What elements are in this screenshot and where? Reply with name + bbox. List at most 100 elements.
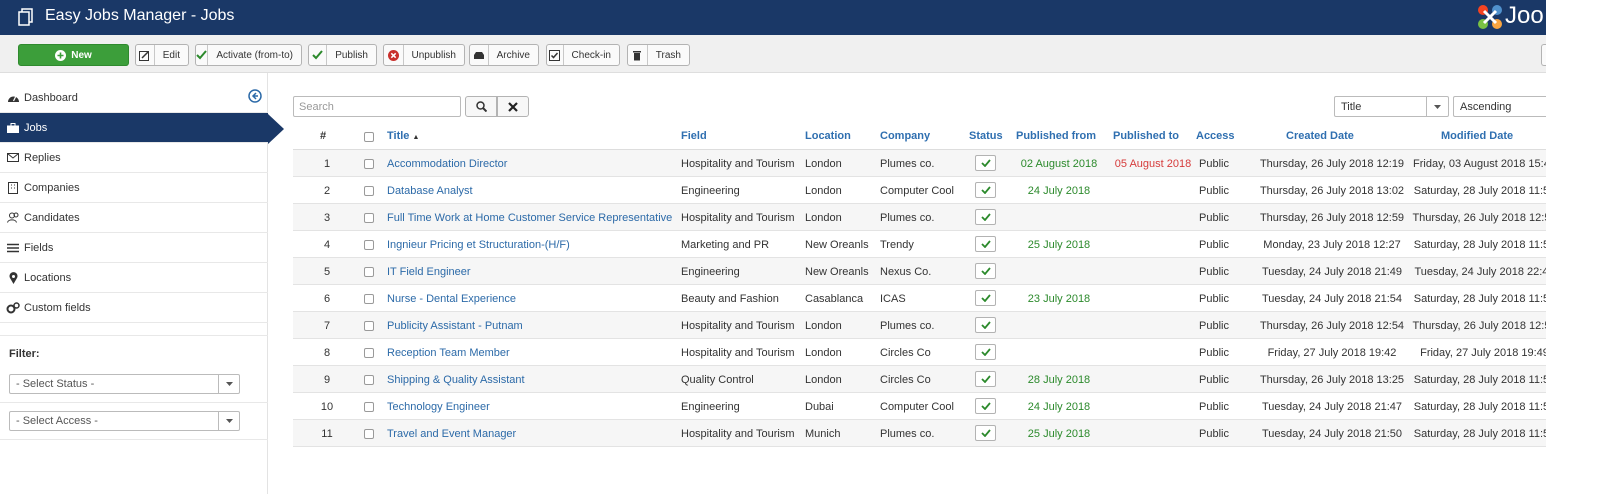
job-title-link[interactable]: Ingnieur Pricing et Structuration-(H/F) — [387, 239, 570, 251]
status-toggle[interactable] — [975, 209, 996, 225]
job-location: London — [805, 212, 842, 224]
job-access: Public — [1199, 320, 1229, 332]
unpublish-button[interactable]: Unpublish — [383, 44, 465, 66]
col-access[interactable]: Access — [1196, 130, 1235, 142]
job-field: Engineering — [681, 185, 740, 197]
divider — [0, 335, 268, 336]
modified-date: Saturday, 28 July 2018 11:59 — [1413, 239, 1546, 251]
activate-button[interactable]: Activate (from-to) — [195, 44, 302, 66]
status-toggle[interactable] — [975, 344, 996, 360]
archive-button[interactable]: Archive — [469, 44, 539, 66]
col-published-from[interactable]: Published from — [1016, 130, 1096, 142]
col-title[interactable]: Title ▲ — [387, 130, 419, 142]
col-modified[interactable]: Modified Date — [1441, 130, 1513, 142]
job-access: Public — [1199, 374, 1229, 386]
created-date: Thursday, 26 July 2018 12:59 — [1259, 212, 1405, 224]
new-label: New — [71, 49, 92, 61]
sidebar-item-dashboard[interactable]: Dashboard — [0, 83, 268, 113]
row-checkbox[interactable] — [364, 159, 374, 169]
status-toggle[interactable] — [975, 182, 996, 198]
job-title-link[interactable]: Accommodation Director — [387, 158, 507, 170]
sort-field-select[interactable]: Title — [1334, 96, 1449, 117]
status-toggle[interactable] — [975, 236, 996, 252]
job-title-link[interactable]: Publicity Assistant - Putnam — [387, 320, 523, 332]
archive-icon — [470, 45, 489, 65]
trash-icon — [628, 45, 648, 65]
search-button[interactable] — [465, 96, 497, 117]
users-icon — [6, 212, 20, 224]
status-filter-select[interactable]: - Select Status - — [9, 374, 240, 394]
sidebar-item-companies[interactable]: Companies — [0, 173, 268, 203]
status-toggle[interactable] — [975, 317, 996, 333]
new-button[interactable]: New — [18, 44, 129, 66]
edit-icon — [136, 45, 155, 65]
row-checkbox[interactable] — [364, 375, 374, 385]
unpublish-label: Unpublish — [411, 49, 456, 61]
job-access: Public — [1199, 293, 1229, 305]
job-title-link[interactable]: Database Analyst — [387, 185, 473, 197]
col-field[interactable]: Field — [681, 130, 707, 142]
filter-label: Filter: — [9, 348, 40, 360]
row-number: 1 — [323, 158, 331, 170]
check-icon — [980, 402, 991, 410]
status-toggle[interactable] — [975, 290, 996, 306]
job-field: Beauty and Fashion — [681, 293, 779, 305]
col-company[interactable]: Company — [880, 130, 930, 142]
trash-button[interactable]: Trash — [627, 44, 690, 66]
col-status[interactable]: Status — [969, 130, 1003, 142]
sidebar-item-replies[interactable]: Replies — [0, 143, 268, 173]
row-checkbox[interactable] — [364, 240, 374, 250]
job-title-link[interactable]: Nurse - Dental Experience — [387, 293, 516, 305]
col-num: # — [320, 130, 327, 142]
checkin-button[interactable]: Check-in — [546, 44, 620, 66]
col-published-to[interactable]: Published to — [1113, 130, 1179, 142]
job-title-link[interactable]: Reception Team Member — [387, 347, 510, 359]
clear-search-button[interactable] — [497, 96, 529, 117]
status-toggle[interactable] — [975, 425, 996, 441]
sidebar-item-candidates[interactable]: Candidates — [0, 203, 268, 233]
row-checkbox[interactable] — [364, 213, 374, 223]
row-checkbox[interactable] — [364, 402, 374, 412]
status-toggle[interactable] — [975, 155, 996, 171]
row-checkbox[interactable] — [364, 267, 374, 277]
publish-button[interactable]: Publish — [308, 44, 377, 66]
col-location[interactable]: Location — [805, 130, 851, 142]
dashboard-icon — [6, 92, 20, 104]
job-company: Nexus Co. — [880, 266, 932, 278]
select-all-checkbox[interactable] — [364, 132, 374, 142]
job-title-link[interactable]: Full Time Work at Home Customer Service … — [387, 212, 672, 224]
sidebar-item-fields[interactable]: Fields — [0, 233, 268, 263]
published-from: 23 July 2018 — [1027, 293, 1091, 305]
row-checkbox[interactable] — [364, 429, 374, 439]
job-access: Public — [1199, 158, 1229, 170]
row-checkbox[interactable] — [364, 348, 374, 358]
row-checkbox[interactable] — [364, 186, 374, 196]
job-location: London — [805, 347, 842, 359]
sidebar-item-custom-fields[interactable]: Custom fields — [0, 293, 268, 323]
sidebar-item-jobs[interactable]: Jobs — [0, 113, 268, 143]
status-toggle[interactable] — [975, 263, 996, 279]
access-filter-select[interactable]: - Select Access - — [9, 411, 240, 431]
job-company: Computer Cool — [880, 401, 954, 413]
search-input[interactable]: Search — [293, 96, 461, 117]
job-title-link[interactable]: Shipping & Quality Assistant — [387, 374, 525, 386]
edit-button[interactable]: Edit — [135, 44, 189, 66]
status-toggle[interactable] — [975, 371, 996, 387]
published-to: 05 August 2018 — [1114, 158, 1192, 170]
briefcase-icon — [6, 122, 20, 134]
joomla-logo[interactable] — [1475, 2, 1505, 32]
job-title-link[interactable]: IT Field Engineer — [387, 266, 471, 278]
job-title-link[interactable]: Travel and Event Manager — [387, 428, 516, 440]
job-company: Circles Co — [880, 347, 931, 359]
status-toggle[interactable] — [975, 398, 996, 414]
row-checkbox[interactable] — [364, 294, 374, 304]
check-icon — [980, 294, 991, 302]
created-date: Tuesday, 24 July 2018 21:47 — [1261, 401, 1403, 413]
options-button[interactable] — [1541, 44, 1546, 66]
sort-direction-select[interactable]: Ascending — [1453, 96, 1546, 117]
sidebar-item-locations[interactable]: Locations — [0, 263, 268, 293]
row-checkbox[interactable] — [364, 321, 374, 331]
col-created[interactable]: Created Date — [1286, 130, 1354, 142]
job-title-link[interactable]: Technology Engineer — [387, 401, 490, 413]
sidebar-item-label: Jobs — [24, 121, 48, 134]
